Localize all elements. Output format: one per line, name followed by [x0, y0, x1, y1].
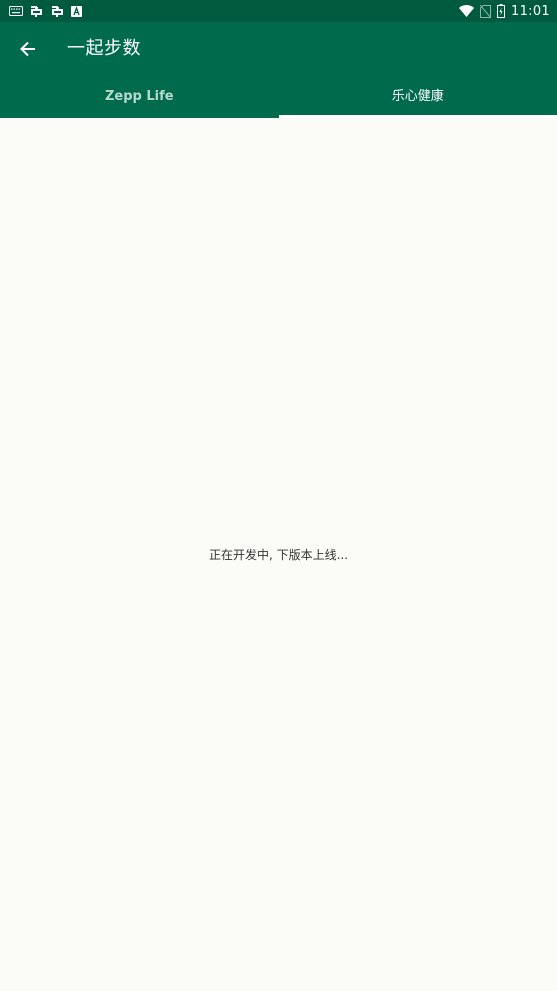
wifi-icon	[459, 5, 475, 17]
tab-bar: Zepp Life 乐心健康	[0, 76, 557, 118]
toolbar: 一起步数	[0, 22, 557, 76]
status-bar-left	[9, 0, 82, 22]
bug-icon	[50, 4, 65, 19]
app-bar: 一起步数 Zepp Life 乐心健康	[0, 22, 557, 118]
page-title: 一起步数	[67, 38, 141, 59]
keyboard-icon	[9, 6, 23, 16]
status-time: 11:01	[511, 3, 550, 19]
content-area: 正在开发中, 下版本上线...	[0, 118, 557, 991]
battery-charging-icon	[497, 4, 506, 18]
arrow-back-icon	[19, 40, 37, 58]
development-message: 正在开发中, 下版本上线...	[208, 548, 349, 562]
back-button[interactable]	[10, 31, 46, 67]
no-sim-icon	[480, 4, 492, 18]
tab-label: 乐心健康	[391, 89, 444, 104]
status-bar-right: 11:01	[459, 0, 550, 22]
a-box-icon	[71, 5, 82, 17]
status-bar: 11:01	[0, 0, 557, 22]
bug-icon	[29, 4, 44, 19]
tab-label: Zepp Life	[104, 89, 174, 104]
tab-lexin-health[interactable]: 乐心健康	[278, 76, 557, 118]
tab-zepp-life[interactable]: Zepp Life	[0, 76, 279, 118]
